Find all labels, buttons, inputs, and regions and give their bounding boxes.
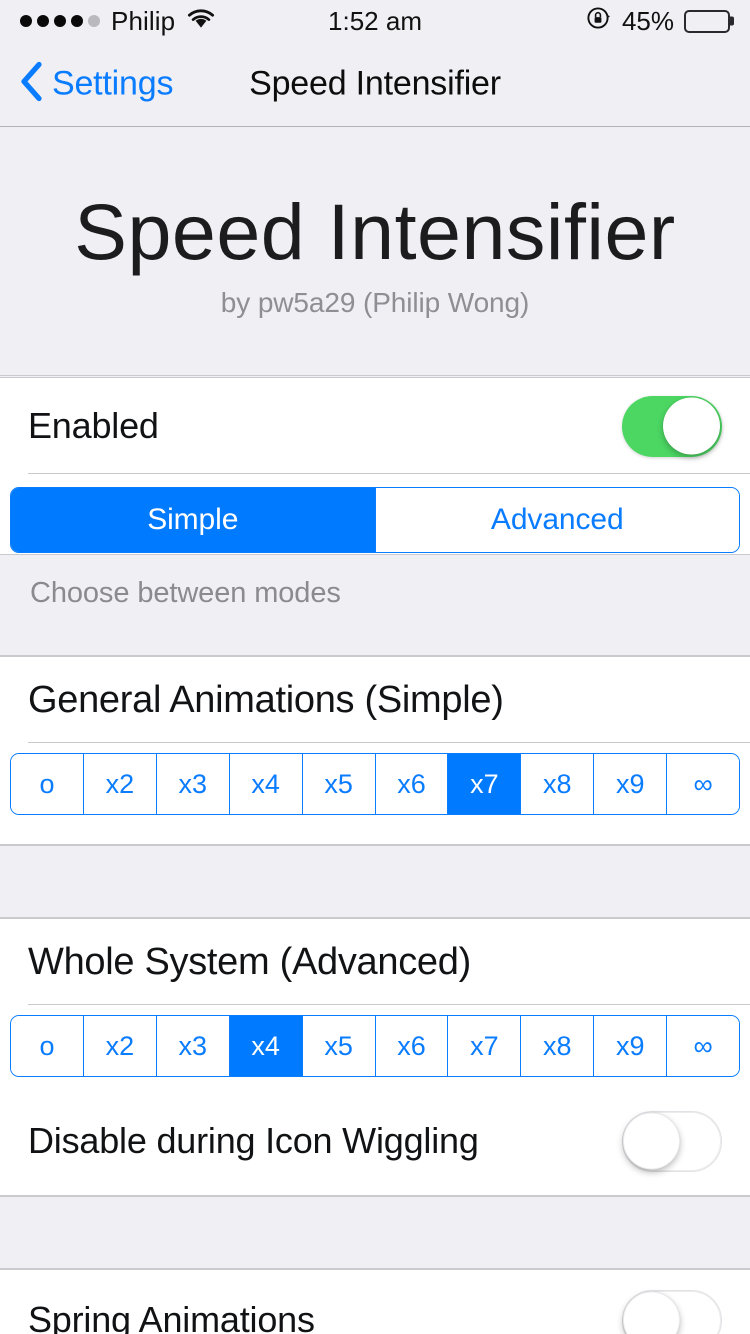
advanced-multiplier-option-8[interactable]: x9 xyxy=(593,1016,667,1076)
general-multiplier-wrap: o x2 x3 x4 x5 x6 x7 x8 x9 ∞ xyxy=(0,743,750,829)
status-bar-right: 45% xyxy=(422,5,731,38)
general-animations-group: General Animations (Simple) o x2 x3 x4 x… xyxy=(0,656,750,845)
advanced-multiplier-option-2[interactable]: x3 xyxy=(155,1016,229,1076)
advanced-multiplier-option-3[interactable]: x4 xyxy=(228,1016,302,1076)
app-header-banner: Speed Intensifier by pw5a29 (Philip Wong… xyxy=(0,127,750,376)
status-bar: Philip 1:52 am 45% xyxy=(0,0,750,42)
whole-system-group: Whole System (Advanced) o x2 x3 x4 x5 x6… xyxy=(0,918,750,1196)
status-bar-center: 1:52 am xyxy=(328,6,422,37)
mode-segment-advanced[interactable]: Advanced xyxy=(374,488,739,552)
signal-dot-1 xyxy=(20,15,32,27)
advanced-multiplier-wrap: o x2 x3 x4 x5 x6 x7 x8 x9 ∞ xyxy=(0,1005,750,1091)
rotation-lock-icon xyxy=(586,5,612,38)
whole-system-title: Whole System (Advanced) xyxy=(28,940,471,983)
wifi-icon xyxy=(186,6,216,37)
advanced-multiplier-option-9[interactable]: ∞ xyxy=(666,1016,739,1076)
general-multiplier-option-3[interactable]: x4 xyxy=(228,754,302,814)
enabled-toggle-knob xyxy=(663,397,720,455)
signal-dot-5 xyxy=(88,15,100,27)
enabled-row: Enabled xyxy=(0,378,750,474)
mode-segment-simple[interactable]: Simple xyxy=(11,488,375,552)
general-multiplier-option-5[interactable]: x6 xyxy=(374,754,448,814)
advanced-multiplier-option-7[interactable]: x8 xyxy=(520,1016,594,1076)
app-title: Speed Intensifier xyxy=(74,186,676,276)
row-separator xyxy=(28,473,750,474)
page-title: Speed Intensifier xyxy=(249,64,501,103)
icon-wiggling-toggle[interactable] xyxy=(622,1110,722,1172)
general-multiplier-segmented-control[interactable]: o x2 x3 x4 x5 x6 x7 x8 x9 ∞ xyxy=(10,753,740,815)
carrier-label: Philip xyxy=(111,5,176,36)
section-separator xyxy=(28,1004,750,1005)
general-multiplier-option-2[interactable]: x3 xyxy=(155,754,229,814)
signal-dot-3 xyxy=(54,15,66,27)
general-animations-header: General Animations (Simple) xyxy=(0,657,750,743)
advanced-multiplier-option-4[interactable]: x5 xyxy=(301,1016,375,1076)
clock-label: 1:52 am xyxy=(328,5,422,36)
spring-animations-group: Spring Animations xyxy=(0,1269,750,1334)
navigation-bar: Settings Speed Intensifier xyxy=(0,42,750,127)
advanced-multiplier-option-6[interactable]: x7 xyxy=(447,1016,521,1076)
advanced-multiplier-option-0[interactable]: o xyxy=(11,1016,83,1076)
mode-footer-text: Choose between modes xyxy=(30,577,341,609)
mode-segmented-control[interactable]: Simple Advanced xyxy=(10,487,740,553)
general-multiplier-option-4[interactable]: x5 xyxy=(301,754,375,814)
icon-wiggling-toggle-knob xyxy=(623,1112,680,1170)
enabled-label: Enabled xyxy=(28,405,159,446)
spring-animations-label: Spring Animations xyxy=(28,1299,315,1334)
spring-animations-toggle[interactable] xyxy=(622,1289,722,1334)
general-multiplier-option-8[interactable]: x9 xyxy=(593,754,667,814)
signal-dot-2 xyxy=(37,15,49,27)
whole-system-header: Whole System (Advanced) xyxy=(0,919,750,1005)
phone-screen: Philip 1:52 am 45% Settings Speed Intens… xyxy=(0,0,750,1334)
advanced-multiplier-segmented-control[interactable]: o x2 x3 x4 x5 x6 x7 x8 x9 ∞ xyxy=(10,1015,740,1077)
advanced-multiplier-option-5[interactable]: x6 xyxy=(374,1016,448,1076)
general-multiplier-option-7[interactable]: x8 xyxy=(520,754,594,814)
general-multiplier-option-9[interactable]: ∞ xyxy=(666,754,739,814)
section-gap-2 xyxy=(0,1196,750,1269)
general-animations-title: General Animations (Simple) xyxy=(28,678,504,721)
signal-dot-4 xyxy=(71,15,83,27)
icon-wiggling-label: Disable during Icon Wiggling xyxy=(28,1120,479,1161)
general-multiplier-option-0[interactable]: o xyxy=(11,754,83,814)
section-separator xyxy=(28,742,750,743)
status-bar-left: Philip xyxy=(20,6,328,37)
advanced-multiplier-option-1[interactable]: x2 xyxy=(82,1016,156,1076)
mode-group-footer: Choose between modes xyxy=(0,555,750,656)
icon-wiggling-row: Disable during Icon Wiggling xyxy=(0,1091,750,1191)
battery-percent-label: 45% xyxy=(621,5,675,36)
spring-animations-row: Spring Animations xyxy=(0,1270,750,1334)
enabled-group: Enabled Simple Advanced xyxy=(0,377,750,555)
general-multiplier-option-6[interactable]: x7 xyxy=(447,754,521,814)
section-gap-1 xyxy=(0,845,750,918)
spring-animations-toggle-knob xyxy=(623,1291,680,1334)
enabled-toggle[interactable] xyxy=(622,395,722,457)
general-multiplier-option-1[interactable]: x2 xyxy=(82,754,156,814)
battery-icon xyxy=(684,9,731,33)
cellular-signal-dots xyxy=(20,15,100,27)
app-author: by pw5a29 (Philip Wong) xyxy=(220,287,530,319)
